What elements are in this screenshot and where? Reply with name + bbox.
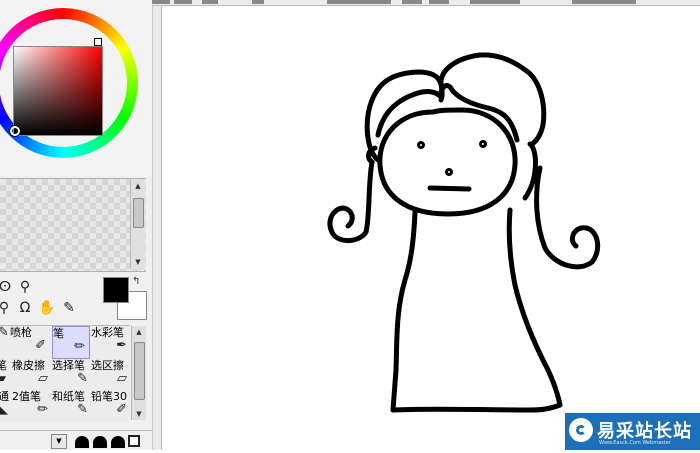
face-outline bbox=[377, 107, 518, 217]
toolbar-dropdown[interactable] bbox=[470, 0, 520, 4]
brush-cell-airbrush[interactable]: 喷枪 ✐ bbox=[10, 326, 50, 357]
lasso-icon[interactable]: ⵙ bbox=[0, 278, 14, 296]
left-hair-curl bbox=[327, 159, 375, 243]
toolbar-button[interactable] bbox=[152, 0, 170, 4]
left-tool-panel: ▲ ▼ ⵙ ⚲ ⚲ Ω ✋ ✎ ↰ ✎ 喷枪 ✐ 笔 ✏ 水彩笔 ✒ bbox=[0, 0, 153, 450]
brush-label: 喷枪 bbox=[10, 326, 32, 339]
canvas-border bbox=[153, 6, 162, 450]
logo-mark bbox=[576, 425, 586, 435]
brush-cell-bucket[interactable]: 通 ◣ bbox=[0, 390, 10, 421]
binary-pen-icon: ✏ bbox=[37, 402, 48, 417]
brush-cell-washi-pen[interactable]: 和纸笔 ✎ bbox=[52, 390, 92, 421]
brush-cell-pencil[interactable]: 铅笔30 ✐ bbox=[91, 390, 131, 421]
layer-scrollbar[interactable]: ▲ ▼ bbox=[130, 180, 145, 268]
marker-icon: ▰ bbox=[0, 372, 8, 386]
zoom-icon[interactable]: ⚲ bbox=[0, 299, 13, 317]
chevron-down-icon[interactable]: ▼ bbox=[51, 434, 67, 449]
mouth bbox=[427, 185, 472, 192]
pen-icon: ✏ bbox=[74, 339, 85, 354]
watermark-subtext: Www.Easck.Com Webmaster bbox=[599, 440, 671, 446]
layer-preview-area bbox=[0, 178, 146, 272]
color-cursor[interactable] bbox=[10, 126, 20, 136]
brush-cell-pen[interactable]: 笔 ✏ bbox=[52, 326, 90, 359]
toolbar-button[interactable] bbox=[429, 0, 449, 4]
tip-shape-round[interactable] bbox=[75, 436, 89, 448]
drawing-canvas[interactable] bbox=[153, 6, 700, 450]
nose bbox=[445, 168, 453, 176]
toolbar-dropdown[interactable] bbox=[327, 0, 391, 4]
right-hair-curl bbox=[534, 165, 601, 270]
bucket-icon: ◣ bbox=[0, 403, 10, 417]
layer-scroll-thumb[interactable] bbox=[133, 198, 144, 228]
toolbar-button[interactable] bbox=[174, 0, 192, 4]
saturation-value-square[interactable] bbox=[13, 46, 103, 136]
tip-shape-round[interactable] bbox=[93, 436, 107, 448]
brush-icon: ✎ bbox=[0, 326, 8, 340]
select-eraser-icon: ▱ bbox=[117, 371, 127, 386]
pencil-icon: ✐ bbox=[116, 402, 127, 417]
brush-cell-binary-pen[interactable]: 2值笔 ✏ bbox=[12, 390, 52, 421]
brush-cell-eraser[interactable]: 橡皮擦 ▱ bbox=[12, 359, 52, 390]
eyedropper-icon[interactable]: ✎ bbox=[60, 299, 78, 317]
brush-cell-watercolor[interactable]: 水彩笔 ✒ bbox=[91, 326, 131, 357]
body-left bbox=[390, 209, 418, 413]
watermark-banner: 易采站长站 Www.Easck.Com Webmaster bbox=[565, 413, 700, 450]
canvas-drawing bbox=[327, 52, 601, 413]
hair-part bbox=[438, 81, 445, 103]
washi-pen-icon: ✎ bbox=[77, 402, 88, 417]
magic-wand-icon[interactable]: ⚲ bbox=[16, 278, 34, 296]
toolbar-dropdown[interactable] bbox=[572, 0, 636, 4]
toolbar-button[interactable] bbox=[252, 0, 264, 4]
brush-cell-marker[interactable]: 笔 ▰ bbox=[0, 359, 8, 390]
brush-scroll-thumb[interactable] bbox=[134, 342, 145, 400]
tip-shape-square[interactable] bbox=[128, 435, 140, 447]
tip-shape-round[interactable] bbox=[111, 436, 125, 448]
toolbar-button[interactable] bbox=[202, 0, 218, 4]
brush-label: 笔 bbox=[53, 327, 64, 340]
body-right bbox=[506, 207, 563, 408]
body-bottom bbox=[390, 402, 563, 413]
foreground-color-swatch[interactable] bbox=[103, 277, 129, 303]
scroll-up-arrow-icon[interactable]: ▲ bbox=[132, 326, 146, 338]
rotate-icon[interactable]: Ω bbox=[16, 299, 34, 317]
brush-cell[interactable]: ✎ bbox=[0, 326, 8, 357]
left-eye bbox=[417, 141, 425, 149]
swap-colors-icon[interactable]: ↰ bbox=[132, 276, 140, 287]
scroll-down-arrow-icon[interactable]: ▼ bbox=[132, 408, 146, 420]
toolbar-button[interactable] bbox=[402, 0, 422, 4]
scroll-up-arrow-icon[interactable]: ▲ bbox=[131, 180, 145, 192]
brush-cell-select-eraser[interactable]: 选区擦 ▱ bbox=[91, 359, 131, 390]
hue-marker[interactable] bbox=[94, 38, 102, 46]
scroll-down-arrow-icon[interactable]: ▼ bbox=[131, 256, 145, 268]
eraser-icon: ▱ bbox=[38, 371, 48, 386]
brush-tool-grid: ✎ 喷枪 ✐ 笔 ✏ 水彩笔 ✒ 笔 ▰ 橡皮擦 ▱ 选择笔 ✎ 选区擦 ▱ bbox=[0, 325, 130, 422]
airbrush-icon: ✐ bbox=[35, 338, 46, 353]
brush-scrollbar[interactable]: ▲ ▼ bbox=[131, 326, 146, 420]
hand-icon[interactable]: ✋ bbox=[38, 299, 56, 317]
color-picker-panel bbox=[0, 0, 152, 175]
right-hair-edge bbox=[522, 141, 538, 201]
select-pen-icon: ✎ bbox=[77, 371, 88, 386]
watercolor-icon: ✒ bbox=[116, 338, 127, 353]
brush-cell-select-pen[interactable]: 选择笔 ✎ bbox=[52, 359, 92, 390]
site-logo-icon bbox=[569, 418, 593, 442]
right-eye bbox=[479, 140, 487, 148]
